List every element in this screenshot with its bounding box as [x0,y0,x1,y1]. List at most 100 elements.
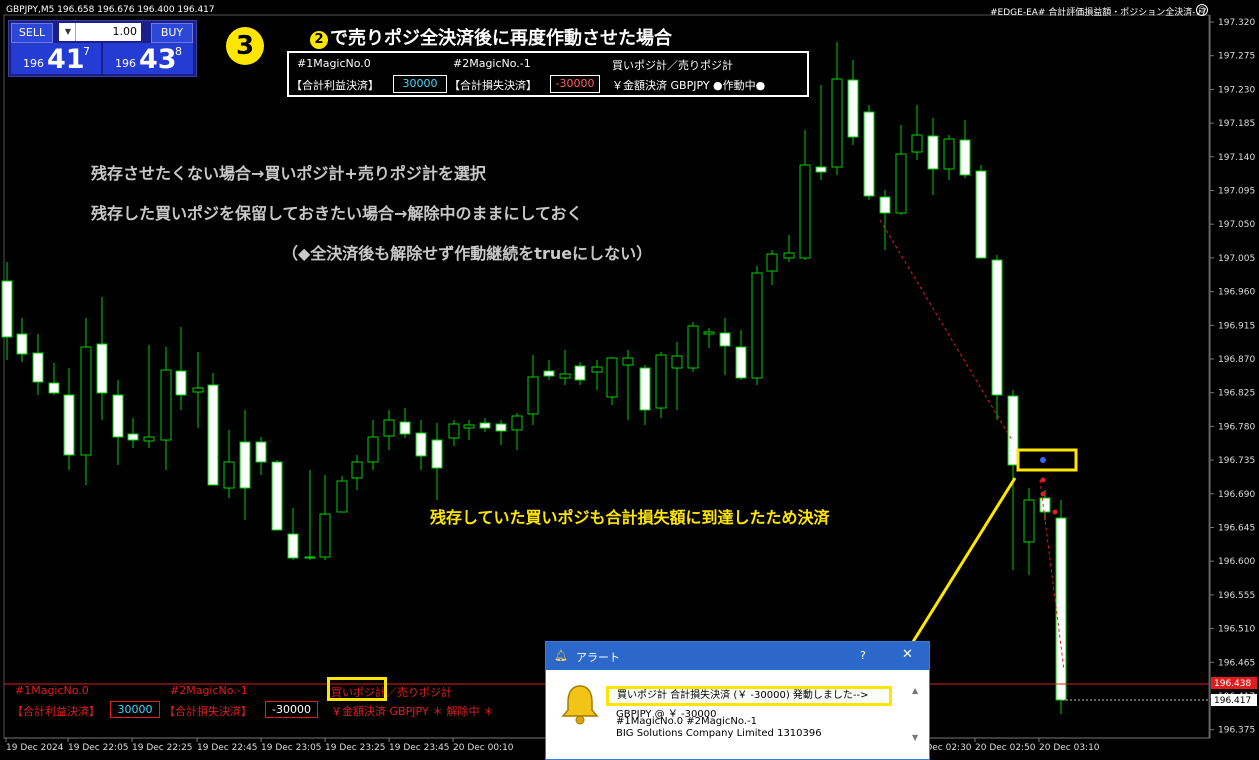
candle-body-55 [879,196,891,214]
price-label-1: 197.275 [1218,52,1255,62]
candle-body-26 [415,432,427,457]
bottom-loss-label: 【合計損失決済】 [164,705,252,718]
price-label-19: 196.465 [1218,658,1255,668]
scroll-down-icon[interactable]: ▼ [912,733,922,742]
candle-body-7 [112,394,124,438]
close-button[interactable]: ✕ [902,647,913,662]
candle-body-10 [160,369,172,441]
bottom-profit-field[interactable]: 30000 [110,701,160,718]
price-label-16: 196.600 [1218,557,1255,567]
candle-body-1 [16,333,28,355]
price-label-0: 197.320 [1218,18,1255,28]
time-label-3: 19 Dec 22:45 [197,743,258,753]
candle-body-12 [192,387,204,393]
buy-price-big: 43 [139,44,177,75]
time-label-4: 19 Dec 23:05 [261,743,322,753]
current-price-tag-text: 196.417 [1214,696,1251,706]
trade-marker-close-1 [1040,477,1046,483]
alert-title-bar: 🔔︎ アラート ? ✕ [546,642,929,670]
price-label-5: 197.095 [1218,187,1255,197]
lot-size-value: 1.00 [112,25,138,38]
headline-number: 2 [310,31,328,49]
time-label-5: 19 Dec 23:25 [325,743,386,753]
price-label-13: 196.735 [1218,456,1255,466]
lot-dropdown-icon[interactable]: ▼ [61,23,76,41]
price-label-15: 196.645 [1218,524,1255,534]
candle-body-64 [1023,499,1035,543]
price-label-8: 196.960 [1218,288,1255,298]
scroll-up-icon[interactable]: ▲ [912,686,922,695]
candle-body-28 [448,423,460,439]
candle-body-58 [927,135,939,170]
bottom-pos-rest[interactable]: ／売りポジ計 [386,684,452,700]
candle-body-49 [783,252,795,259]
candle-body-37 [591,366,603,373]
candle-body-35 [559,373,571,379]
price-label-11: 196.825 [1218,389,1255,399]
candle-body-43 [687,325,699,369]
time-label-7: 20 Dec 00:10 [453,743,514,753]
price-label-6: 197.050 [1218,220,1255,230]
candle-body-20 [319,513,331,558]
candle-body-62 [991,259,1003,396]
price-label-3: 197.185 [1218,119,1255,129]
step-marker: 3 [226,27,264,65]
smiley-icon: ☺ [1196,4,1208,16]
bottom-magic2: #2MagicNo.-1 [170,684,248,697]
lot-size-input[interactable]: ▼ 1.00 [59,23,141,41]
time-label-6: 19 Dec 23:45 [389,743,450,753]
red-price-tag-text: 196.438 [1214,679,1251,689]
time-label-10: 20 Dec 03:10 [1039,743,1100,753]
alert-dialog[interactable]: 🔔︎ アラート ? ✕ 買いポジ計 合計損失決済 (￥ -30000) 発動しま… [545,641,930,760]
candle-body-16 [255,441,267,463]
candle-body-38 [606,357,618,398]
candle-body-40 [639,367,651,411]
candle-body-51 [815,166,827,173]
candle-body-6 [96,343,108,394]
sell-price[interactable]: 196 41 7 [11,43,101,75]
note-line-3: （◆全決済後も解除せず作動継続をtrueにしない） [282,244,653,263]
sell-button[interactable]: SELL [11,23,53,43]
magic1-label: #1MagicNo.0 [297,57,371,70]
candle-body-5 [80,346,92,456]
candle-body-56 [895,153,907,214]
price-label-10: 196.870 [1218,355,1255,365]
candle-body-11 [175,370,187,396]
candle-body-17 [271,461,283,531]
price-label-7: 197.005 [1218,254,1255,264]
trade-marker-buy [1040,457,1046,463]
candle-body-8 [127,433,139,441]
help-button[interactable]: ? [860,649,866,662]
bell-icon [560,682,600,726]
alert-scrollbar[interactable]: ▲ ▼ [912,686,922,748]
price-label-2: 197.230 [1218,85,1255,95]
alert-message: 買いポジ計 合計損失決済 (￥ -30000) 発動しました--> [606,686,892,706]
profit-value-field[interactable]: 30000 [393,75,447,93]
candle-body-47 [751,272,763,379]
candle-body-53 [847,79,859,138]
candle-body-27 [431,439,443,469]
highlight-box-buy-pos [327,677,387,701]
price-label-14: 196.690 [1218,490,1255,500]
loss-value-field[interactable]: -30000 [550,75,600,93]
bell-small-icon: 🔔︎ [554,649,568,662]
bottom-loss-field[interactable]: -30000 [265,701,318,718]
candle-body-19 [304,556,316,559]
ea-status-panel-top: #1MagicNo.0 #2MagicNo.-1 買いポジ計／売りポジ計 【合計… [287,51,809,97]
candle-body-46 [735,346,747,379]
time-label-2: 19 Dec 22:25 [132,743,193,753]
time-label-0: 19 Dec 2024 [6,743,64,753]
candle-body-29 [463,424,475,429]
bottom-profit-label: 【合計利益決済】 [12,705,100,718]
bottom-mode: ￥金額決済 GBPJPY ＊ 解除中 ＊ [331,705,495,718]
price-label-9: 196.915 [1218,321,1255,331]
price-label-4: 197.140 [1218,153,1255,163]
candle-body-34 [543,370,555,377]
position-select-label[interactable]: 買いポジ計／売りポジ計 [612,57,733,73]
candle-body-59 [943,138,955,170]
candle-body-54 [863,111,875,197]
buy-price[interactable]: 196 43 8 [103,43,193,75]
bottom-magic1: #1MagicNo.0 [15,684,89,697]
buy-button[interactable]: BUY [151,23,193,43]
time-label-9: 20 Dec 02:50 [975,743,1036,753]
